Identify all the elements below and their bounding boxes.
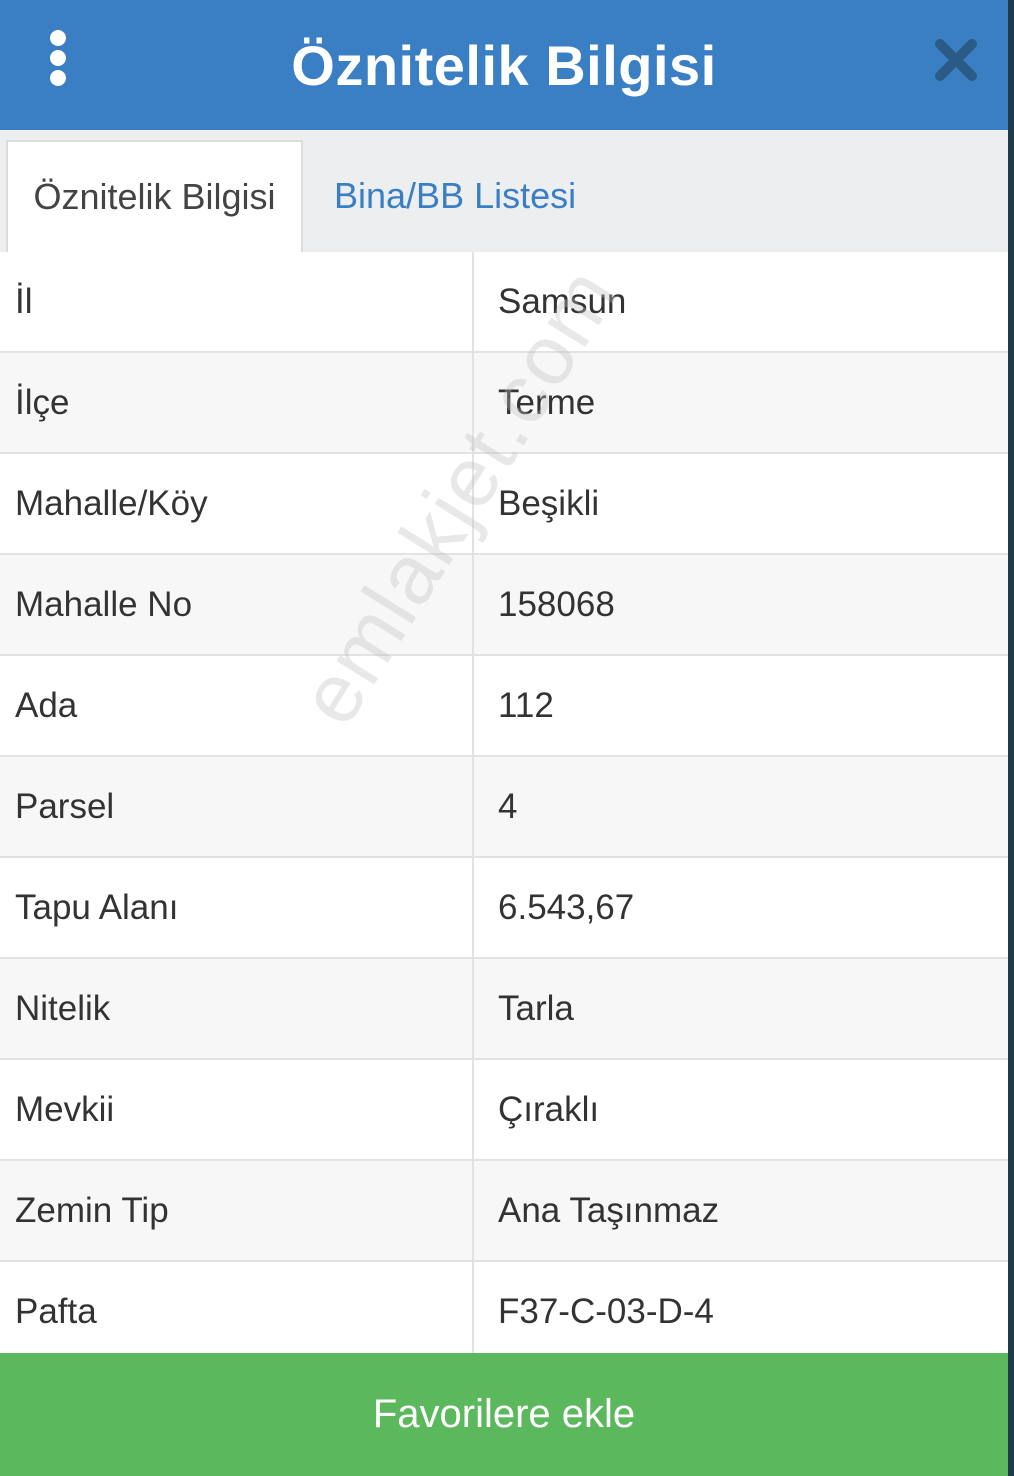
row-label: Mahalle No xyxy=(0,555,474,654)
row-value: 6.543,67 xyxy=(498,887,635,927)
row-label: Ada xyxy=(0,656,474,755)
attribute-info-dialog: Öznitelik Bilgisi Öznitelik Bilgisi Bina… xyxy=(0,0,1014,1476)
row-value: Ana Taşınmaz xyxy=(498,1190,720,1230)
table-row: İl Samsun xyxy=(0,252,1008,353)
tab-building-list[interactable]: Bina/BB Listesi xyxy=(334,140,576,252)
table-row: İlçe Terme xyxy=(0,353,1008,454)
row-value: Tarla xyxy=(498,988,574,1028)
table-row: Tapu Alanı 6.543,67 xyxy=(0,858,1008,959)
screen-edge xyxy=(1008,0,1014,1476)
table-row: Mahalle/Köy Beşikli xyxy=(0,454,1008,555)
row-value: 112 xyxy=(498,685,554,725)
row-label: Zemin Tip xyxy=(0,1161,474,1260)
more-vertical-icon[interactable] xyxy=(36,24,80,96)
tab-attribute-info[interactable]: Öznitelik Bilgisi xyxy=(6,140,303,252)
add-to-favorites-button[interactable]: Favorilere ekle xyxy=(0,1353,1008,1476)
row-label: İl xyxy=(0,252,474,351)
table-row: Parsel 4 xyxy=(0,757,1008,858)
table-row: Mahalle No 158068 xyxy=(0,555,1008,656)
row-label: Mevkii xyxy=(0,1060,474,1159)
row-value: 4 xyxy=(498,786,518,826)
attribute-table: İl Samsun İlçe Terme Mahalle/Köy Beşikli… xyxy=(0,252,1008,1363)
row-value: Çıraklı xyxy=(498,1089,600,1129)
table-row: Pafta F37-C-03-D-4 xyxy=(0,1262,1008,1363)
row-value: Samsun xyxy=(498,281,627,321)
table-row: Zemin Tip Ana Taşınmaz xyxy=(0,1161,1008,1262)
row-label: Parsel xyxy=(0,757,474,856)
close-icon[interactable] xyxy=(934,38,978,82)
dialog-title: Öznitelik Bilgisi xyxy=(291,33,717,97)
row-label: Tapu Alanı xyxy=(0,858,474,957)
row-label: Pafta xyxy=(0,1262,474,1361)
row-label: Nitelik xyxy=(0,959,474,1058)
row-label: İlçe xyxy=(0,353,474,452)
row-value: 158068 xyxy=(498,584,615,624)
row-value: Beşikli xyxy=(498,483,600,523)
table-row: Ada 112 xyxy=(0,656,1008,757)
tab-bar: Öznitelik Bilgisi Bina/BB Listesi xyxy=(0,130,1008,254)
dialog-header: Öznitelik Bilgisi xyxy=(0,0,1008,130)
row-label: Mahalle/Köy xyxy=(0,454,474,553)
row-value: Terme xyxy=(498,382,596,422)
table-row: Mevkii Çıraklı xyxy=(0,1060,1008,1161)
table-row: Nitelik Tarla xyxy=(0,959,1008,1060)
row-value: F37-C-03-D-4 xyxy=(498,1291,714,1331)
